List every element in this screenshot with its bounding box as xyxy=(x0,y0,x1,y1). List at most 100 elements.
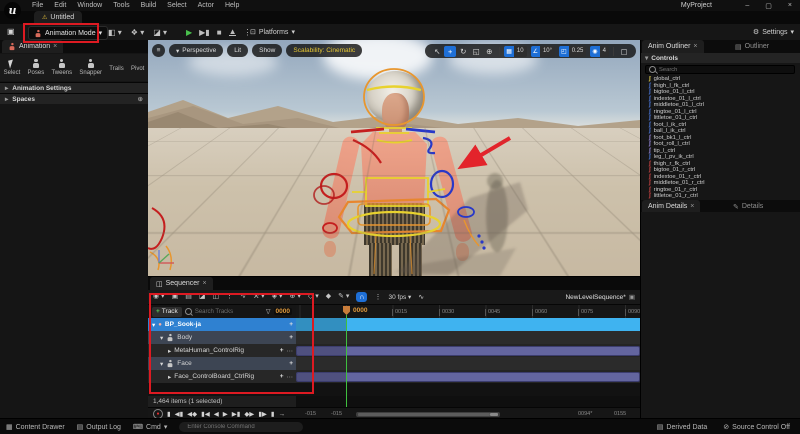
search-input[interactable] xyxy=(659,66,791,73)
animation-tool-button[interactable]: Poses xyxy=(28,59,44,76)
section-bar-face-controlboard[interactable] xyxy=(296,371,640,382)
menu-item[interactable]: Tools xyxy=(113,2,129,9)
menu-item[interactable]: Actor xyxy=(198,2,214,9)
filter-icon[interactable]: ∇ xyxy=(266,308,271,316)
scalability-warning[interactable]: Scalability: Cinematic xyxy=(286,44,363,57)
track-row-body[interactable]: ▾ Body + xyxy=(148,331,296,344)
track-row-bp-sook-ja[interactable]: ▾ ● BP_Sook-ja + xyxy=(148,318,296,331)
menu-item[interactable]: Edit xyxy=(54,2,66,9)
section-bar-metahuman-controlrig[interactable] xyxy=(296,345,640,356)
close-icon[interactable]: × xyxy=(690,203,694,210)
curve-editor-icon[interactable]: ∿ xyxy=(418,293,424,301)
perspective-dropdown[interactable]: ▾ Perspective xyxy=(169,44,224,57)
animation-tool-button[interactable]: Select xyxy=(4,59,20,76)
timeline-row-metahuman[interactable] xyxy=(296,344,640,357)
expand-icon[interactable]: ▾ xyxy=(160,334,163,342)
output-log-button[interactable]: ▤ Output Log xyxy=(77,423,121,432)
scale-snap-value[interactable]: 0.25 xyxy=(568,45,587,57)
close-icon[interactable]: × xyxy=(693,43,697,50)
playhead-line[interactable] xyxy=(346,315,347,407)
close-icon[interactable]: × xyxy=(53,43,57,50)
rotation-snap-value[interactable]: 10° xyxy=(539,45,556,57)
tab-sequencer[interactable]: ◫ Sequencer × xyxy=(150,277,213,290)
lit-dropdown[interactable]: Lit xyxy=(227,44,249,57)
derived-data-button[interactable]: ▤ Derived Data xyxy=(657,423,707,432)
menu-item[interactable]: Build xyxy=(141,2,157,9)
controls-section-header[interactable]: ▾ Controls xyxy=(641,53,800,63)
cmd-dropdown[interactable]: ⌨ Cmd ▾ xyxy=(133,423,167,432)
timeline-scrollbar[interactable] xyxy=(356,411,500,417)
animation-tool-button[interactable]: Trails xyxy=(109,64,123,72)
section-bar-bp-sook-ja[interactable] xyxy=(296,318,640,331)
add-section-icon[interactable]: + xyxy=(289,321,293,328)
expand-icon[interactable]: ▾ xyxy=(152,321,155,329)
section-animation-settings[interactable]: ▸ Animation Settings xyxy=(0,82,148,93)
save-icon[interactable]: ▣ xyxy=(7,27,15,36)
grid-snap-toggle[interactable]: ▦ 10 xyxy=(504,45,527,57)
animation-tool-button[interactable]: Pivot xyxy=(131,64,144,72)
view-range-start[interactable]: -015 xyxy=(331,411,342,417)
frame-skip-button[interactable]: ▶▮ xyxy=(199,28,210,37)
current-frame-field[interactable]: 0000 xyxy=(273,308,292,315)
close-button[interactable]: × xyxy=(788,2,792,9)
camera-speed-value[interactable]: 4 xyxy=(599,45,609,57)
timeline-row-face-controlboard[interactable] xyxy=(296,370,640,383)
menu-item[interactable]: Help xyxy=(225,2,239,9)
track-row-metahuman-controlrig[interactable]: ▸ MetaHuman_ControlRig + ⋯ xyxy=(148,344,296,357)
add-section-icon[interactable]: + xyxy=(289,334,293,341)
console-input[interactable] xyxy=(185,423,298,431)
control-item[interactable]: ∫ littletoe_01_r_ctrl xyxy=(641,193,800,200)
show-dropdown[interactable]: Show xyxy=(252,44,283,57)
editor-mode-dropdown[interactable]: Animation Mode ▾ xyxy=(28,26,109,40)
menu-item[interactable]: Select xyxy=(167,2,186,9)
sequence-name[interactable]: NewLevelSequence* xyxy=(565,294,625,301)
add-key-icon[interactable]: + xyxy=(280,347,284,354)
view-range-end[interactable]: 0094* xyxy=(578,411,592,417)
settings-dropdown[interactable]: ⚙ Settings ▾ xyxy=(753,26,794,38)
add-section-icon[interactable]: + xyxy=(289,360,293,367)
eject-button[interactable]: ▲ xyxy=(228,28,237,36)
platforms-dropdown[interactable]: ⊡ Platforms ▾ xyxy=(250,26,295,38)
rotation-snap-toggle[interactable]: ∠ 10° xyxy=(530,45,556,57)
menu-item[interactable]: Window xyxy=(77,2,102,9)
camera-speed-control[interactable]: ◉ 4 xyxy=(590,45,609,57)
lock-icon[interactable]: ▣ xyxy=(629,293,635,301)
viewport-3d[interactable]: ≡ ▾ Perspective Lit Show Scalability: Ci… xyxy=(148,40,640,276)
add-track-button[interactable]: + Track xyxy=(152,306,182,317)
source-control-button[interactable]: ⊘ Source Control Off xyxy=(723,423,790,432)
expand-icon[interactable]: ▾ xyxy=(160,360,163,368)
maximize-button[interactable]: ▢ xyxy=(765,2,772,10)
play-button[interactable]: ▶ xyxy=(186,28,192,37)
content-drawer-button[interactable]: ▦ Content Drawer xyxy=(6,423,65,432)
viewport-menu-icon[interactable]: ≡ xyxy=(152,44,165,57)
add-key-icon[interactable]: + xyxy=(280,373,284,380)
tab-animation[interactable]: Animation × xyxy=(2,40,64,53)
working-range-end[interactable]: 0155 xyxy=(614,411,626,417)
search-tracks-placeholder[interactable]: Search Tracks xyxy=(195,309,263,315)
fps-dropdown[interactable]: 30 fps ▾ xyxy=(388,293,411,301)
timeline-area[interactable] xyxy=(296,318,640,383)
animation-tool-button[interactable]: Tweens xyxy=(51,59,72,76)
timeline-row-body[interactable] xyxy=(296,331,640,344)
stop-button[interactable]: ■ xyxy=(217,28,222,37)
timeline-row-face[interactable] xyxy=(296,357,640,370)
outliner-search[interactable] xyxy=(645,65,795,74)
grid-snap-value[interactable]: 10 xyxy=(513,45,527,57)
track-options-icon[interactable]: ⋯ xyxy=(287,347,294,355)
unreal-logo-icon[interactable]: u xyxy=(4,2,21,19)
console-command-box[interactable] xyxy=(179,422,304,432)
maximize-viewport-icon[interactable]: ▢ xyxy=(618,46,630,57)
snap-magnet-toggle[interactable]: ∩ xyxy=(356,292,368,302)
expand-icon[interactable]: ▸ xyxy=(168,373,171,381)
tab-anim-outliner[interactable]: Anim Outliner × xyxy=(642,40,704,53)
section-spaces[interactable]: ▸ Spaces ⊕ xyxy=(0,93,148,104)
scale-snap-toggle[interactable]: ◰ 0.25 xyxy=(559,45,587,57)
tab-outliner[interactable]: ▤ Outliner xyxy=(729,40,775,53)
snap-options-icon[interactable]: ⋮ xyxy=(374,293,381,301)
control-rig-overlay[interactable] xyxy=(148,40,640,276)
tab-untitled[interactable]: ⚠ Untitled xyxy=(34,11,83,24)
animation-tool-button[interactable]: Snapper xyxy=(79,59,102,76)
track-row-face-controlboard[interactable]: ▸ Face_ControlBoard_CtrlRig + ⋯ xyxy=(148,370,296,383)
menu-item[interactable]: File xyxy=(32,2,43,9)
track-options-icon[interactable]: ⋯ xyxy=(287,373,294,381)
